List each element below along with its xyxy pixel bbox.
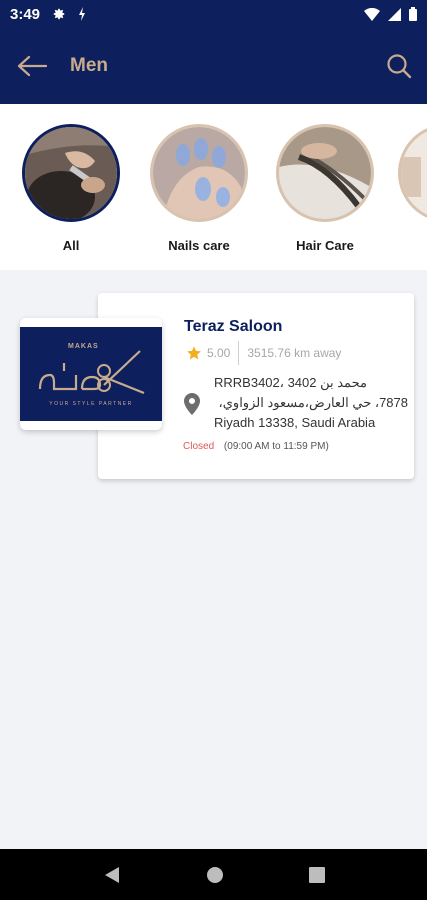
cellular-signal-icon (388, 7, 401, 21)
shop-logo-card[interactable]: MAKAS YOUR STYLE PARTNER (20, 318, 162, 430)
app-bar: Men (0, 28, 427, 104)
category-all[interactable]: All (16, 124, 126, 253)
nav-recents-icon[interactable] (308, 866, 325, 883)
status-time: 3:49 (10, 5, 41, 23)
data-saver-icon (79, 7, 86, 21)
settings-gear-icon (53, 8, 65, 20)
category-label: All (62, 238, 80, 253)
closed-status: Closed (183, 441, 215, 452)
distance-text: 3515.76 km away (247, 346, 342, 360)
rating-divider (238, 341, 240, 365)
system-nav-bar (0, 849, 427, 900)
category-partial-image (398, 124, 427, 222)
search-button[interactable] (371, 28, 427, 104)
category-carousel[interactable]: All Nails care Hair Care (0, 104, 427, 270)
rating-row: 5.00 3515.76 km away (186, 341, 342, 365)
status-bar: 3:49 (0, 0, 427, 28)
shop-address: RRRB3402، 3402 محمد بن 7878، حي العارض،م… (214, 373, 408, 433)
rating-value: 5.00 (207, 346, 231, 360)
search-icon (387, 54, 412, 79)
category-partial-next[interactable] (398, 124, 427, 222)
address-line: RRRB3402، 3402 محمد بن (214, 375, 367, 390)
back-arrow-icon (17, 55, 47, 77)
category-nails-care-image (150, 124, 248, 222)
category-hair-care-image (276, 124, 374, 222)
battery-icon (409, 7, 417, 21)
back-button[interactable] (2, 28, 62, 104)
nav-back-icon[interactable] (103, 866, 121, 884)
nav-home-icon[interactable] (206, 866, 224, 884)
location-pin-icon (184, 393, 200, 415)
wifi-icon (364, 7, 380, 21)
category-hair-care[interactable]: Hair Care (270, 124, 380, 253)
logo-tagline: YOUR STYLE PARTNER (49, 401, 133, 407)
address-line: Riyadh 13338, Saudi Arabia (214, 415, 376, 430)
opening-status: Closed (09:00 AM to 11:59 PM) (183, 441, 329, 452)
category-nails-care[interactable]: Nails care (144, 124, 254, 253)
opening-hours: (09:00 AM to 11:59 PM) (223, 441, 329, 452)
shop-logo: MAKAS YOUR STYLE PARTNER (20, 327, 162, 421)
category-label: Hair Care (296, 238, 354, 253)
shop-name: Teraz Saloon (184, 318, 283, 335)
address-line: 7878، حي العارض،مسعود الزواوي، (218, 395, 408, 410)
page-title: Men (70, 55, 108, 76)
category-all-image (22, 124, 120, 222)
star-icon (187, 346, 201, 360)
category-label: Nails care (168, 238, 230, 253)
